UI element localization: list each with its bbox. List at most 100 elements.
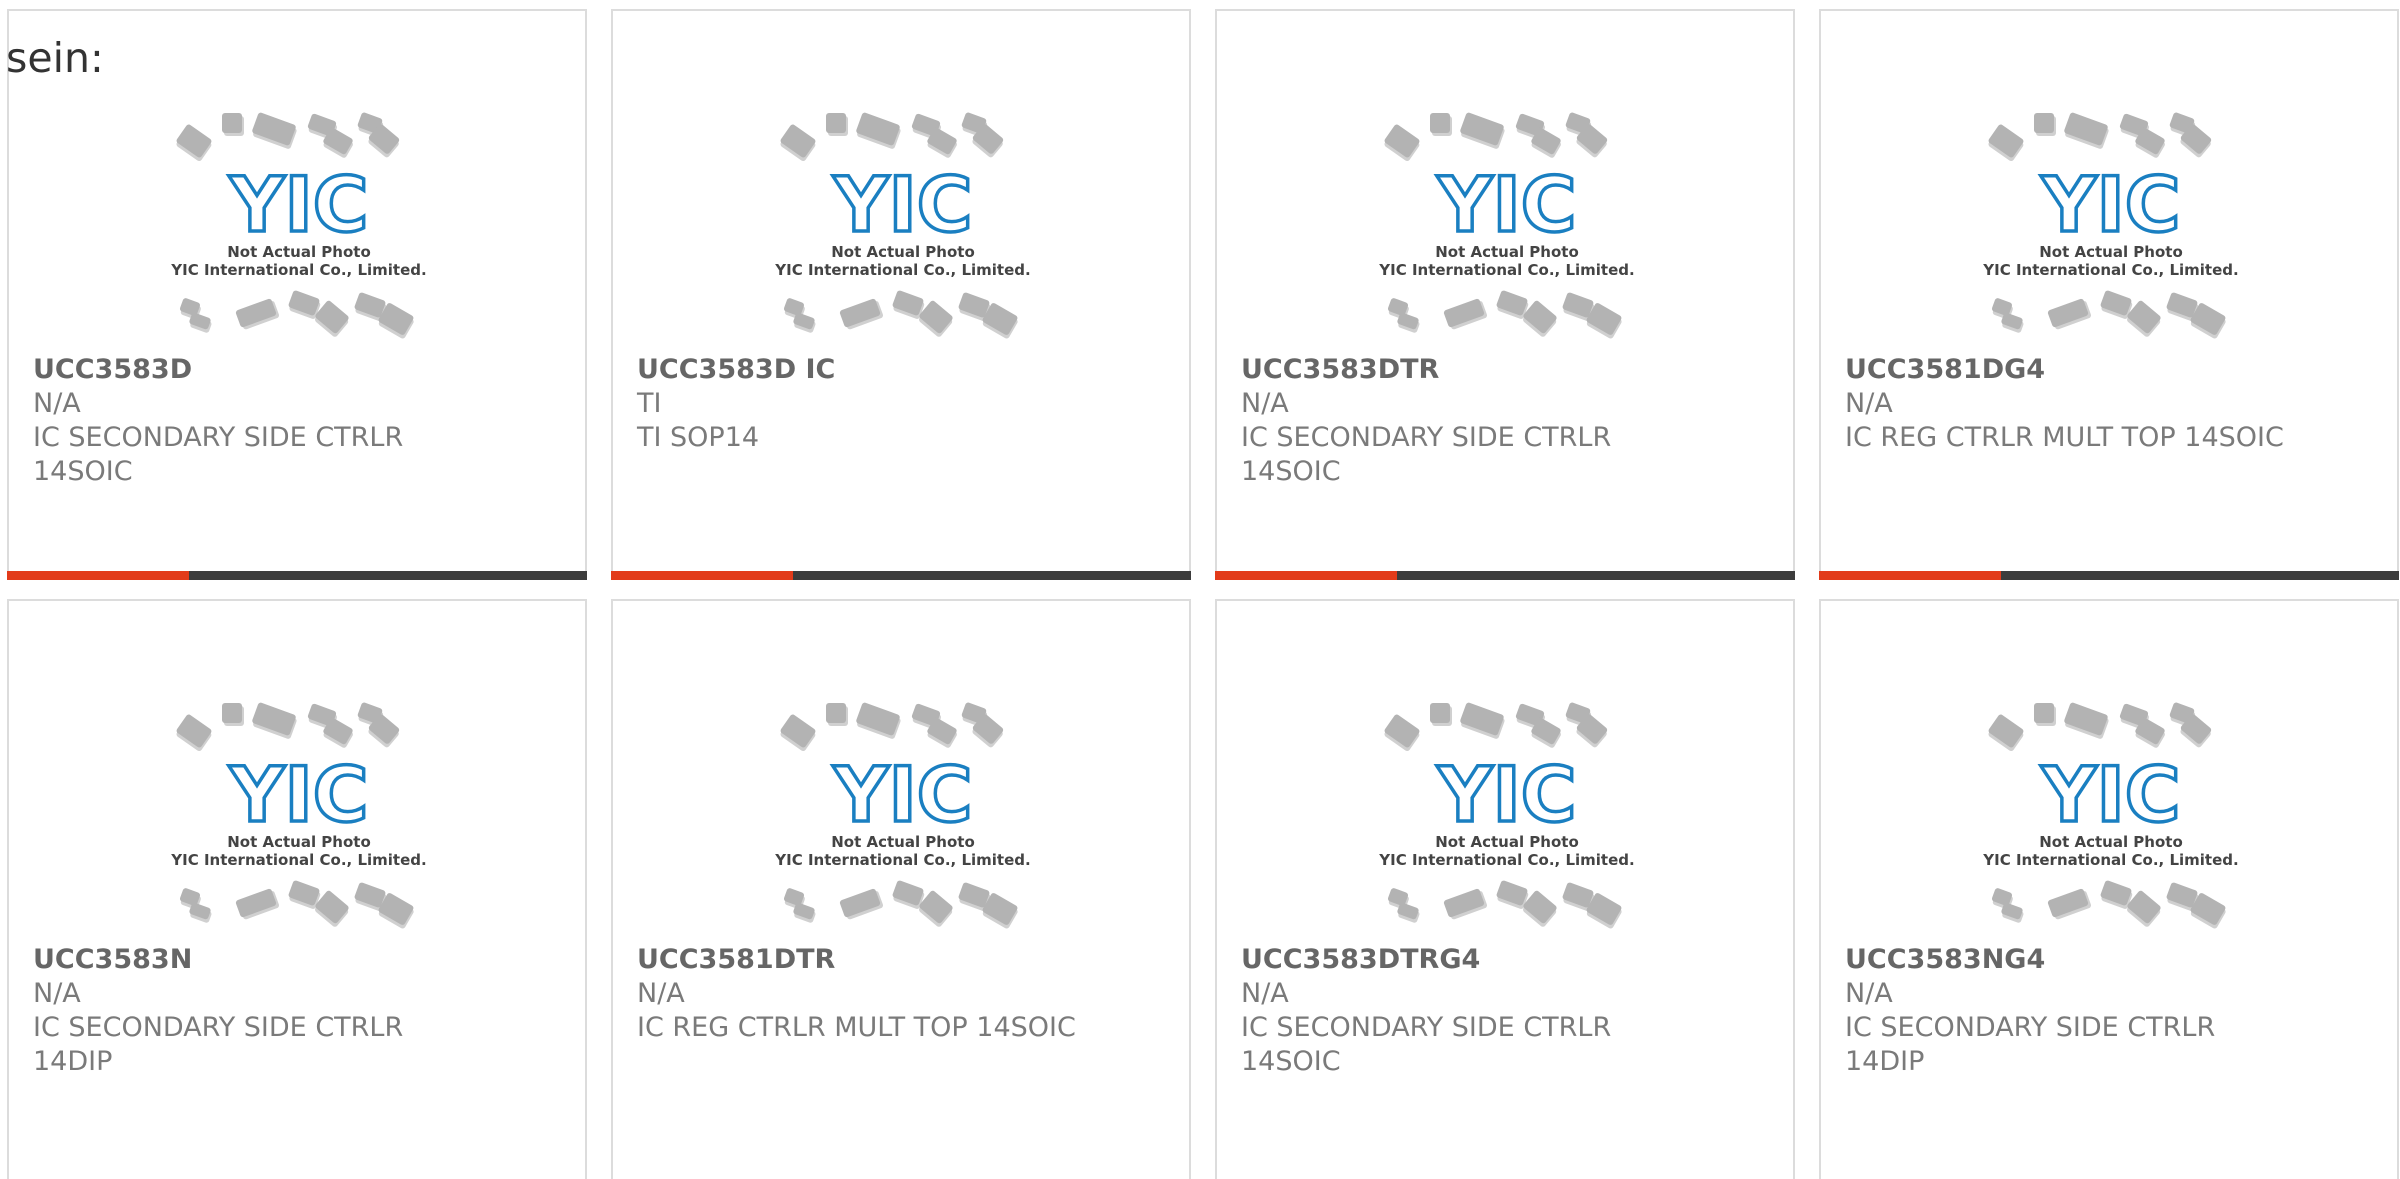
- chip-icon: [1988, 714, 2024, 752]
- chip-icon: [856, 702, 901, 739]
- product-info: UCC3581DTR N/A IC REG CTRLR MULT TOP 14S…: [637, 943, 1169, 1045]
- part-number-link[interactable]: UCC3583D IC: [637, 353, 1169, 387]
- card-bottom-bar: [1215, 571, 1795, 580]
- photo-caption-line1: Not Actual Photo: [1435, 833, 1579, 851]
- product-info: UCC3583D N/A IC SECONDARY SIDE CTRLR 14S…: [33, 353, 565, 489]
- product-card[interactable]: YIC Not Actual Photo YIC International Co.…: [611, 599, 1191, 1179]
- yic-logo: YIC: [1436, 160, 1576, 249]
- chip-icon: [222, 703, 244, 726]
- product-card[interactable]: YIC Not Actual Photo YIC International Co.…: [1215, 9, 1795, 580]
- description-line: IC REG CTRLR MULT TOP 14SOIC: [637, 1012, 1076, 1043]
- product-photo-placeholder: YICNot Actual PhotoYIC International Co.…: [170, 112, 427, 339]
- product-card[interactable]: YIC Not Actual Photo YIC International Co.…: [1819, 9, 2399, 580]
- chip-icon: [2064, 702, 2109, 739]
- photo-caption-line2: YIC International Co., Limited.: [774, 261, 1030, 279]
- part-number-link[interactable]: UCC3583DTRG4: [1241, 943, 1773, 977]
- photo-caption-line1: Not Actual Photo: [227, 243, 371, 261]
- photo-caption-line2: YIC International Co., Limited.: [774, 851, 1030, 869]
- chip-icon: [1430, 703, 1452, 726]
- product-photo-placeholder: YICNot Actual PhotoYIC International Co.…: [1378, 112, 1635, 339]
- photo-caption-line1: Not Actual Photo: [2039, 833, 2183, 851]
- description-line: 14SOIC: [1241, 456, 1341, 487]
- photo-caption-line1: Not Actual Photo: [227, 833, 371, 851]
- chip-icon: [856, 112, 901, 149]
- photo-caption-line2: YIC International Co., Limited.: [170, 261, 426, 279]
- chip-icon: [1384, 714, 1420, 752]
- chip-icon: [235, 888, 279, 920]
- chip-icon: [176, 124, 212, 162]
- card-accent: [1215, 571, 1397, 580]
- brand-label: N/A: [1845, 388, 1893, 419]
- part-number-link[interactable]: UCC3583N: [33, 943, 565, 977]
- description-line: IC SECONDARY SIDE CTRLR: [1241, 422, 1612, 453]
- description-line: TI SOP14: [637, 422, 760, 453]
- chip-icon: [222, 113, 244, 136]
- description-line: IC SECONDARY SIDE CTRLR: [1845, 1012, 2216, 1043]
- chip-icon: [1443, 888, 1487, 920]
- yic-logo: YIC: [1436, 750, 1576, 839]
- photo-caption-line2: YIC International Co., Limited.: [170, 851, 426, 869]
- product-info: UCC3583NG4 N/A IC SECONDARY SIDE CTRLR 1…: [1845, 943, 2377, 1079]
- photo-caption-line2: YIC International Co., Limited.: [1982, 261, 2238, 279]
- part-number-link[interactable]: UCC3583DTR: [1241, 353, 1773, 387]
- description-line: 14DIP: [1845, 1046, 1925, 1077]
- chip-icon: [780, 124, 816, 162]
- chip-icon: [2064, 112, 2109, 149]
- product-info: UCC3583N N/A IC SECONDARY SIDE CTRLR 14D…: [33, 943, 565, 1079]
- product-card[interactable]: YIC Not Actual Photo YIC International Co.…: [7, 9, 587, 580]
- chip-icon: [839, 298, 883, 330]
- chip-icon: [252, 702, 297, 739]
- yic-logo: YIC: [228, 160, 368, 249]
- yic-logo: YIC: [228, 750, 368, 839]
- brand-label: N/A: [1241, 388, 1289, 419]
- part-number-link[interactable]: UCC3581DG4: [1845, 353, 2377, 387]
- brand-label: N/A: [33, 978, 81, 1009]
- brand-label: N/A: [1845, 978, 1893, 1009]
- product-photo-placeholder: YICNot Actual PhotoYIC International Co.…: [170, 702, 427, 929]
- chip-icon: [235, 298, 279, 330]
- product-photo-placeholder: YICNot Actual PhotoYIC International Co.…: [1378, 702, 1635, 929]
- chip-icon: [780, 714, 816, 752]
- photo-caption-line1: Not Actual Photo: [2039, 243, 2183, 261]
- product-card[interactable]: YIC Not Actual Photo YIC International Co.…: [7, 599, 587, 1179]
- chip-icon: [1443, 298, 1487, 330]
- chip-icon: [2047, 888, 2091, 920]
- card-accent: [611, 571, 793, 580]
- product-photo-placeholder: YICNot Actual PhotoYIC International Co.…: [1982, 112, 2239, 339]
- product-info: UCC3583DTRG4 N/A IC SECONDARY SIDE CTRLR…: [1241, 943, 1773, 1079]
- product-card[interactable]: YIC Not Actual Photo YIC International Co.…: [1819, 599, 2399, 1179]
- description-line: 14SOIC: [1241, 1046, 1341, 1077]
- chip-icon: [826, 703, 848, 726]
- description-line: IC SECONDARY SIDE CTRLR: [33, 422, 404, 453]
- yic-logo: YIC: [832, 750, 972, 839]
- photo-caption-line1: Not Actual Photo: [1435, 243, 1579, 261]
- chip-icon: [1430, 113, 1452, 136]
- chip-icon: [1460, 702, 1505, 739]
- description-line: 14DIP: [33, 1046, 113, 1077]
- product-card[interactable]: YIC Not Actual Photo YIC International Co.…: [611, 9, 1191, 580]
- photo-caption-line2: YIC International Co., Limited.: [1378, 261, 1634, 279]
- card-bottom-bar: [1819, 571, 2399, 580]
- part-number-link[interactable]: UCC3583NG4: [1845, 943, 2377, 977]
- product-photo-placeholder: YICNot Actual PhotoYIC International Co.…: [774, 702, 1031, 929]
- part-number-link[interactable]: UCC3583D: [33, 353, 565, 387]
- yic-logo: YIC: [2040, 160, 2180, 249]
- chip-icon: [176, 714, 212, 752]
- photo-caption-line1: Not Actual Photo: [831, 243, 975, 261]
- photo-caption-line2: YIC International Co., Limited.: [1378, 851, 1634, 869]
- card-bottom-bar: [7, 571, 587, 580]
- product-info: UCC3583DTR N/A IC SECONDARY SIDE CTRLR 1…: [1241, 353, 1773, 489]
- description-line: IC REG CTRLR MULT TOP 14SOIC: [1845, 422, 2284, 453]
- product-photo-placeholder: YICNot Actual PhotoYIC International Co.…: [1982, 702, 2239, 929]
- card-accent: [1819, 571, 2001, 580]
- product-card[interactable]: YIC Not Actual Photo YIC International Co.…: [1215, 599, 1795, 1179]
- description-line: IC SECONDARY SIDE CTRLR: [1241, 1012, 1612, 1043]
- photo-caption-line2: YIC International Co., Limited.: [1982, 851, 2238, 869]
- part-number-link[interactable]: UCC3581DTR: [637, 943, 1169, 977]
- description-line: IC SECONDARY SIDE CTRLR: [33, 1012, 404, 1043]
- intro-text: sein:: [6, 34, 104, 82]
- yic-logo: YIC: [2040, 750, 2180, 839]
- product-grid: YIC Not Actual Photo YIC International Co.…: [0, 0, 2400, 1179]
- card-bottom-bar: [611, 571, 1191, 580]
- chip-icon: [2034, 703, 2056, 726]
